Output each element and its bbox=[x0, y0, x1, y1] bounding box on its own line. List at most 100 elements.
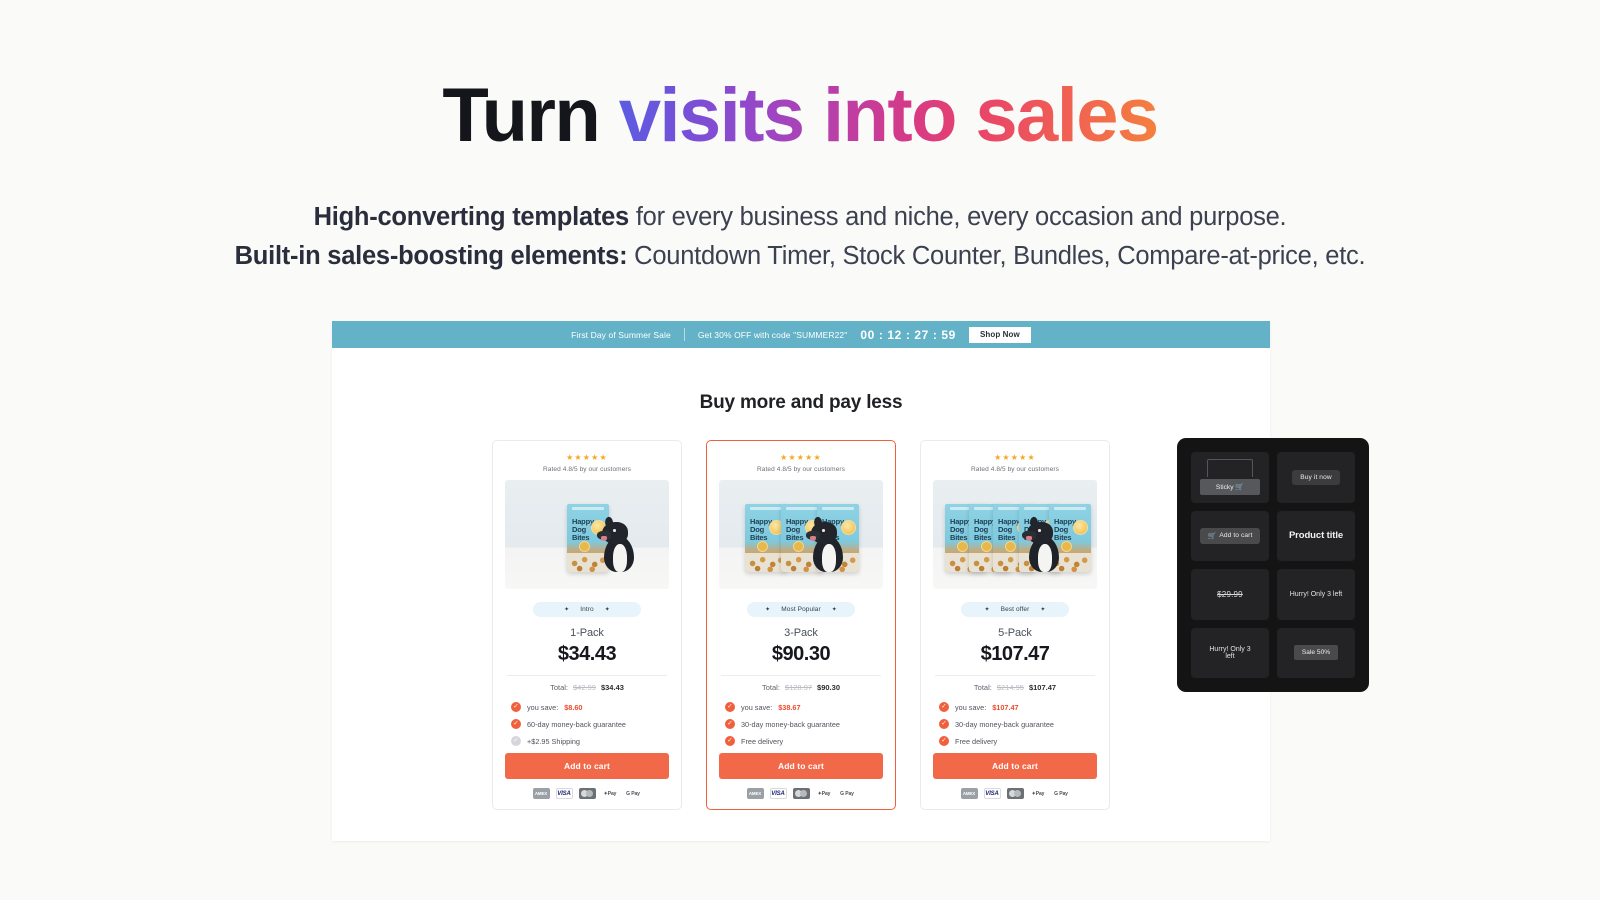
widget-tile-add-to-cart[interactable]: 🛒 Add to cart bbox=[1191, 510, 1269, 561]
rating-text: Rated 4.8/5 by our customers bbox=[542, 466, 632, 473]
sticky-cart-label: Sticky bbox=[1215, 483, 1234, 491]
dog-tongue bbox=[1026, 536, 1032, 541]
hero-subtitle: High-converting templates for every busi… bbox=[0, 198, 1600, 277]
perk-text: you save: bbox=[741, 702, 773, 712]
landing-page: Turn visits into sales High-converting t… bbox=[0, 0, 1600, 900]
visa-icon: VISA bbox=[769, 788, 787, 799]
apple-pay-icon: ✦Pay bbox=[603, 790, 617, 797]
store-preview: First Day of Summer Sale Get 30% OFF wit… bbox=[332, 321, 1270, 841]
widget-tile-sticky-cart[interactable]: Sticky 🛒 bbox=[1191, 452, 1269, 503]
amex-icon: AMEX bbox=[532, 788, 550, 799]
total-new-price: $90.30 bbox=[817, 683, 840, 692]
perk-item: ✓ 30-day money-back guarantee bbox=[725, 719, 883, 729]
check-icon: ✓ bbox=[511, 702, 521, 712]
widget-tile-stock-counter-bar[interactable]: Hurry! Only 3 left bbox=[1191, 627, 1269, 678]
rating-text: Rated 4.8/5 by our customers bbox=[970, 466, 1060, 473]
payment-icons: AMEX VISA ✦Pay G Pay bbox=[505, 788, 669, 799]
pack-price: $90.30 bbox=[771, 643, 831, 665]
widget-tile-product-title[interactable]: Product title bbox=[1277, 510, 1355, 561]
headline-gradient: visits into sales bbox=[618, 73, 1159, 158]
payment-icons: AMEX VISA ✦Pay G Pay bbox=[933, 788, 1097, 799]
perk-text: 30-day money-back guarantee bbox=[955, 719, 1054, 729]
offer-badge-label: Most Popular bbox=[781, 606, 821, 613]
widget-tile-compare-at-price[interactable]: $29.99 bbox=[1191, 569, 1269, 620]
perk-item: ✓ Free delivery bbox=[725, 736, 883, 746]
badge-row: ✦ Intro ✦ bbox=[505, 598, 669, 617]
bag-medal-icon bbox=[1005, 541, 1016, 552]
pricing-cards: ★★★★★ Rated 4.8/5 by our customers Happy… bbox=[332, 440, 1270, 810]
check-icon: ✓ bbox=[725, 702, 735, 712]
check-icon: ✓ bbox=[511, 719, 521, 729]
perk-item: ✓ you save: $107.47 bbox=[939, 702, 1097, 712]
rating-text: Rated 4.8/5 by our customers bbox=[756, 466, 846, 473]
perk-text: +$2.95 Shipping bbox=[527, 736, 580, 746]
subtitle-line-2-rest: Countdown Timer, Stock Counter, Bundles,… bbox=[627, 242, 1366, 271]
pack-name: 3-Pack bbox=[784, 627, 818, 639]
sticky-cart-button[interactable]: Sticky 🛒 bbox=[1200, 478, 1260, 495]
check-icon: ✓ bbox=[939, 702, 949, 712]
amex-icon: AMEX bbox=[960, 788, 978, 799]
dog-illustration bbox=[597, 516, 638, 572]
widget-tile-sale-badge[interactable]: Sale 50% bbox=[1277, 627, 1355, 678]
add-to-cart-button[interactable]: Add to cart bbox=[933, 753, 1097, 779]
dog-chest bbox=[613, 544, 627, 572]
dog-illustration bbox=[1022, 516, 1063, 572]
bag-medal-icon bbox=[957, 541, 968, 552]
perk-list: ✓ you save: $8.60 ✓ 60-day money-back gu… bbox=[505, 702, 669, 746]
card-divider bbox=[507, 675, 667, 676]
google-pay-icon: G Pay bbox=[840, 790, 854, 797]
add-to-cart-button[interactable]: Add to cart bbox=[505, 753, 669, 779]
total-old-price: $214.95 bbox=[996, 683, 1024, 692]
hero-section: Turn visits into sales High-converting t… bbox=[0, 0, 1600, 277]
pricing-card-1-pack[interactable]: ★★★★★ Rated 4.8/5 by our customers Happy… bbox=[492, 440, 682, 810]
perk-text: 30-day money-back guarantee bbox=[741, 719, 840, 729]
amex-icon: AMEX bbox=[746, 788, 764, 799]
stock-counter-wrap: Hurry! Only 3 left bbox=[1191, 646, 1269, 660]
rating-stars-icon: ★★★★★ bbox=[780, 453, 822, 462]
dog-illustration bbox=[806, 516, 847, 572]
countdown-timer: 00 : 12 : 27 : 59 bbox=[860, 327, 956, 342]
perk-text: Free delivery bbox=[955, 736, 998, 746]
star-icon-left: ✦ bbox=[564, 607, 570, 613]
add-to-cart-button[interactable]: Add to cart bbox=[719, 753, 883, 779]
apple-pay-icon: ✦Pay bbox=[817, 790, 831, 797]
add-to-cart-label: Add to cart bbox=[1219, 532, 1253, 540]
rating-stars-icon: ★★★★★ bbox=[994, 453, 1036, 462]
total-label: Total: bbox=[761, 683, 780, 692]
payment-icons: AMEX VISA ✦Pay G Pay bbox=[719, 788, 883, 799]
offer-badge-label: Best offer bbox=[1000, 606, 1030, 613]
google-pay-icon: G Pay bbox=[1054, 790, 1068, 797]
total-label: Total: bbox=[550, 683, 569, 692]
offer-badge: ✦ Most Popular ✦ bbox=[747, 602, 855, 617]
perk-text: you save: bbox=[527, 702, 559, 712]
sticky-bar-frame-icon bbox=[1207, 459, 1253, 477]
pricing-card-5-pack[interactable]: ★★★★★ Rated 4.8/5 by our customers Happy… bbox=[920, 440, 1110, 810]
card-divider bbox=[935, 675, 1095, 676]
dog-eye bbox=[822, 529, 825, 532]
headline-plain: Turn bbox=[442, 73, 619, 158]
total-label: Total: bbox=[973, 683, 992, 692]
announcement-title: First Day of Summer Sale bbox=[571, 329, 671, 340]
total-row: Total: $42.99 $34.43 bbox=[505, 683, 669, 692]
subtitle-line-1-bold: High-converting templates bbox=[313, 203, 630, 231]
add-to-cart-button[interactable]: 🛒 Add to cart bbox=[1199, 527, 1261, 544]
widget-tile-buy-it-now[interactable]: Buy it now bbox=[1277, 452, 1355, 503]
perk-item: ✓ you save: $8.60 bbox=[511, 702, 669, 712]
bag-medal-icon bbox=[579, 541, 590, 552]
pack-name: 5-Pack bbox=[998, 627, 1032, 639]
shop-now-button[interactable]: Shop Now bbox=[968, 326, 1031, 343]
star-icon-right: ✦ bbox=[604, 607, 610, 613]
offer-badge-label: Intro bbox=[580, 606, 594, 613]
stock-counter-text: Hurry! Only 3 left bbox=[1289, 590, 1343, 598]
perk-highlight: $38.67 bbox=[778, 702, 801, 712]
stock-counter-bar-text: Hurry! Only 3 left bbox=[1209, 645, 1251, 660]
pack-price: $34.43 bbox=[557, 643, 617, 665]
visa-icon: VISA bbox=[555, 788, 573, 799]
product-image: Happy Dog Bites bbox=[505, 480, 669, 589]
subtitle-line-2: Built-in sales-boosting elements: Countd… bbox=[0, 237, 1600, 276]
offer-badge: ✦ Best offer ✦ bbox=[961, 602, 1069, 617]
dog-chest bbox=[822, 544, 836, 572]
buy-it-now-button[interactable]: Buy it now bbox=[1292, 469, 1340, 485]
pricing-card-3-pack[interactable]: ★★★★★ Rated 4.8/5 by our customers Happy… bbox=[706, 440, 896, 810]
widget-tile-stock-counter-text[interactable]: Hurry! Only 3 left bbox=[1277, 569, 1355, 620]
